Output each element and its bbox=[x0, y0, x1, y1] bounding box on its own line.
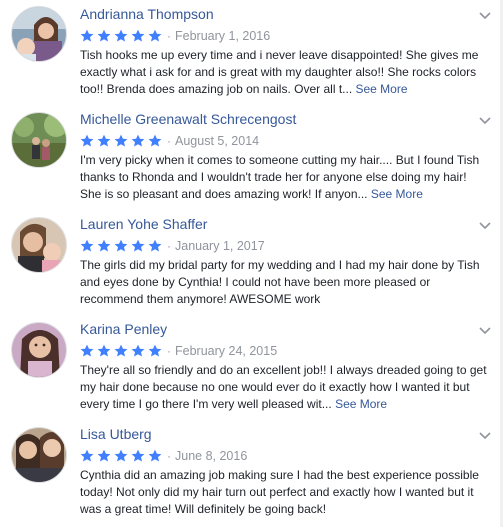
chevron-down-icon[interactable] bbox=[479, 432, 491, 440]
star-icon bbox=[131, 449, 145, 463]
review-body: Tish hooks me up every time and i never … bbox=[80, 48, 479, 96]
star-icon bbox=[114, 344, 128, 358]
separator-dot: · bbox=[167, 449, 171, 463]
star-icon bbox=[114, 134, 128, 148]
star-icon bbox=[148, 134, 162, 148]
star-icon bbox=[131, 29, 145, 43]
star-icon bbox=[131, 344, 145, 358]
review-text: Cynthia did an amazing job making sure I… bbox=[80, 467, 490, 518]
reviewer-name[interactable]: Andrianna Thompson bbox=[80, 6, 214, 22]
star-icon bbox=[131, 239, 145, 253]
star-icon bbox=[80, 344, 94, 358]
review-text: Tish hooks me up every time and i never … bbox=[80, 47, 490, 98]
star-icon bbox=[97, 344, 111, 358]
star-icon bbox=[97, 134, 111, 148]
star-icon bbox=[148, 29, 162, 43]
review-date[interactable]: February 24, 2015 bbox=[175, 344, 277, 358]
star-icon bbox=[80, 29, 94, 43]
review-body: They're all so friendly and do an excell… bbox=[80, 363, 487, 411]
rating-line: · February 24, 2015 bbox=[80, 342, 277, 360]
star-icon bbox=[148, 239, 162, 253]
star-icon bbox=[97, 449, 111, 463]
review-text: They're all so friendly and do an excell… bbox=[80, 362, 490, 413]
star-icon bbox=[114, 449, 128, 463]
avatar[interactable] bbox=[11, 6, 67, 62]
separator-dot: · bbox=[167, 344, 171, 358]
review-text: The girls did my bridal party for my wed… bbox=[80, 257, 490, 308]
star-icon bbox=[114, 239, 128, 253]
avatar[interactable] bbox=[11, 427, 67, 483]
star-icon bbox=[80, 239, 94, 253]
star-rating bbox=[80, 134, 165, 148]
rating-line: · January 1, 2017 bbox=[80, 237, 265, 255]
chevron-down-icon[interactable] bbox=[479, 117, 491, 125]
reviews-list: Andrianna Thompson · February 1, 2016 Ti… bbox=[0, 0, 503, 527]
rating-line: · February 1, 2016 bbox=[80, 27, 270, 45]
separator-dot: · bbox=[167, 29, 171, 43]
star-icon bbox=[97, 29, 111, 43]
see-more-link[interactable]: See More bbox=[356, 82, 408, 96]
chevron-down-icon[interactable] bbox=[479, 222, 491, 230]
avatar[interactable] bbox=[11, 112, 67, 168]
star-icon bbox=[80, 134, 94, 148]
rating-line: · June 8, 2016 bbox=[80, 447, 247, 465]
star-rating bbox=[80, 344, 165, 358]
star-icon bbox=[148, 449, 162, 463]
separator-dot: · bbox=[167, 134, 171, 148]
review-date[interactable]: June 8, 2016 bbox=[175, 449, 247, 463]
review-body: Cynthia did an amazing job making sure I… bbox=[80, 468, 479, 516]
star-icon bbox=[97, 239, 111, 253]
review-date[interactable]: January 1, 2017 bbox=[175, 239, 265, 253]
avatar[interactable] bbox=[11, 322, 67, 378]
reviewer-name[interactable]: Lisa Utberg bbox=[80, 426, 152, 442]
reviewer-name[interactable]: Karina Penley bbox=[80, 321, 167, 337]
chevron-down-icon[interactable] bbox=[479, 12, 491, 20]
reviewer-name[interactable]: Michelle Greenawalt Schrecengost bbox=[80, 111, 296, 127]
star-icon bbox=[148, 344, 162, 358]
reviewer-name[interactable]: Lauren Yohe Shaffer bbox=[80, 216, 207, 232]
star-rating bbox=[80, 449, 165, 463]
star-icon bbox=[80, 449, 94, 463]
star-icon bbox=[131, 134, 145, 148]
see-more-link[interactable]: See More bbox=[335, 397, 387, 411]
see-more-link[interactable]: See More bbox=[371, 187, 423, 201]
review-text: I'm very picky when it comes to someone … bbox=[80, 152, 490, 203]
chevron-down-icon[interactable] bbox=[479, 327, 491, 335]
review-date[interactable]: February 1, 2016 bbox=[175, 29, 270, 43]
review-body: The girls did my bridal party for my wed… bbox=[80, 258, 480, 306]
star-rating bbox=[80, 29, 165, 43]
star-rating bbox=[80, 239, 165, 253]
review-date[interactable]: August 5, 2014 bbox=[175, 134, 259, 148]
separator-dot: · bbox=[167, 239, 171, 253]
rating-line: · August 5, 2014 bbox=[80, 132, 259, 150]
avatar[interactable] bbox=[11, 217, 67, 273]
star-icon bbox=[114, 29, 128, 43]
